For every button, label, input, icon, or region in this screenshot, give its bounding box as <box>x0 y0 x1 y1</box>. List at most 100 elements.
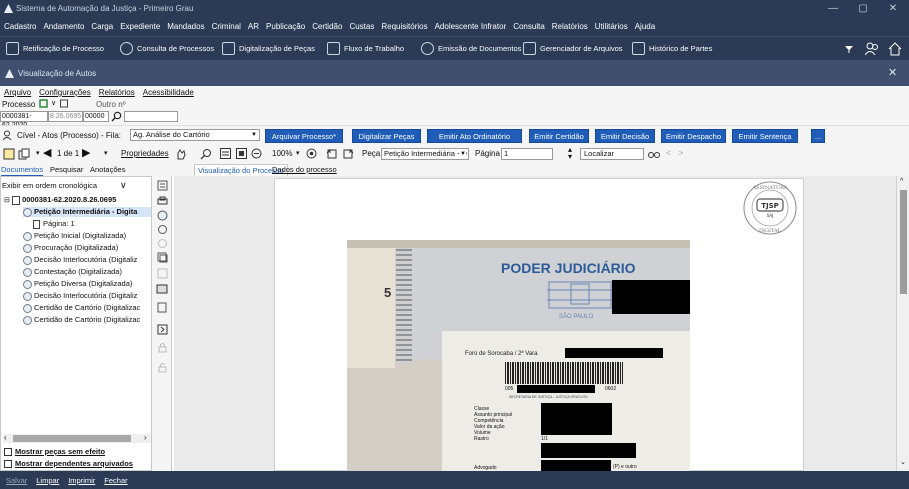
menu-relatorios[interactable]: Relatórios <box>552 22 588 31</box>
find-previous-button[interactable]: < <box>666 148 671 158</box>
move-icon[interactable] <box>157 302 168 313</box>
menu-certidao[interactable]: Certidão <box>312 22 342 31</box>
unlock-icon[interactable] <box>158 362 167 373</box>
emitir-decisao-button[interactable]: Emitir Decisão <box>595 129 655 143</box>
export-icon[interactable] <box>157 324 168 335</box>
page-spinner-icon[interactable]: ▴ ▾ <box>568 146 572 161</box>
copy-icon[interactable] <box>18 148 30 160</box>
zoom-in-icon[interactable] <box>306 148 317 159</box>
tree-item[interactable]: Procuração (Digitalizada) <box>23 243 118 253</box>
emitir-despacho-button[interactable]: Emitir Despacho <box>661 129 726 143</box>
zoom-search-icon[interactable] <box>200 148 212 160</box>
limpar-button[interactable]: Limpar <box>36 476 59 485</box>
rotate-right-icon[interactable] <box>342 148 354 160</box>
disabled-tool-icon[interactable] <box>157 268 168 279</box>
fit-width-icon[interactable] <box>220 148 231 159</box>
scroll-down-icon[interactable]: ⌄ <box>900 458 906 466</box>
lock-icon[interactable] <box>158 342 167 353</box>
fluxo-trabalho-button[interactable]: Fluxo de Trabalho <box>327 42 404 55</box>
menu-publicacao[interactable]: Publicação <box>266 22 305 31</box>
tree-item[interactable]: Petição Inicial (Digitalizada) <box>23 231 126 241</box>
scroll-right-icon[interactable]: › <box>144 433 147 442</box>
scrollbar-thumb[interactable] <box>900 190 907 294</box>
inner-close-button[interactable]: ✕ <box>888 66 897 79</box>
menu-custas[interactable]: Custas <box>349 22 374 31</box>
minimize-button[interactable]: — <box>818 0 848 17</box>
salvar-button[interactable]: Salvar <box>6 476 27 485</box>
fila-select[interactable]: Ag. Análise do Cartório ▼ <box>130 129 260 141</box>
menu-adolescente-infrator[interactable]: Adolescente Infrator <box>435 22 507 31</box>
filter-icon[interactable] <box>844 44 854 54</box>
vertical-scrollbar[interactable]: ^ ⌄ <box>896 176 909 471</box>
digitalizar-pecas-button[interactable]: Digitalizar Peças <box>352 129 421 143</box>
tree-item[interactable]: Contestação (Digitalizada) <box>23 267 122 277</box>
menu-andamento[interactable]: Andamento <box>43 22 84 31</box>
arquivar-processo-button[interactable]: Arquivar Processo* <box>265 129 343 143</box>
process-number-field-2[interactable]: 8.26.0695 <box>48 111 83 122</box>
checkbox-box[interactable] <box>4 460 12 469</box>
zoom-dropdown-icon[interactable]: ▾ <box>296 149 300 157</box>
calendar-icon[interactable] <box>60 99 68 108</box>
fit-page-icon[interactable] <box>236 148 247 159</box>
scrollbar-thumb[interactable] <box>13 435 131 442</box>
tab-documentos[interactable]: Documentos <box>1 164 44 176</box>
order-select[interactable]: Exibir em ordem cronológica ∨ <box>2 180 132 192</box>
other-number-input[interactable] <box>124 111 178 122</box>
zoom-out-icon[interactable] <box>251 148 262 159</box>
menu-configuracoes[interactable]: Configurações <box>39 88 91 97</box>
close-button[interactable]: ✕ <box>878 0 908 17</box>
pagina-input[interactable]: 1 <box>501 148 553 160</box>
tree-item[interactable]: Certidão de Cartório (Digitalizac <box>23 315 140 325</box>
peca-select[interactable]: Petição Intermediária - D ▼ <box>381 148 469 160</box>
menu-acessibilidade[interactable]: Acessibilidade <box>143 88 194 97</box>
menu-cadastro[interactable]: Cadastro <box>4 22 36 31</box>
tab-pesquisar[interactable]: Pesquisar <box>50 164 83 176</box>
historico-partes-button[interactable]: Histórico de Partes <box>632 42 712 55</box>
gerenciador-arquivos-button[interactable]: Gerenciador de Arquivos <box>523 42 623 55</box>
small-chevron-icon[interactable]: ▾ <box>104 149 108 157</box>
checkbox-box[interactable] <box>4 448 12 457</box>
menu-requisitorios[interactable]: Requisitórios <box>381 22 427 31</box>
document-icon[interactable] <box>3 148 15 160</box>
menu-relatorios-inner[interactable]: Relatórios <box>99 88 135 97</box>
tab-anotacoes[interactable]: Anotações <box>90 164 125 176</box>
retificacao-button[interactable]: Retificação de Processo <box>6 42 104 55</box>
find-next-button[interactable]: > <box>678 148 683 158</box>
digitalizacao-button[interactable]: Digitalização de Peças <box>222 42 315 55</box>
sort-icon[interactable] <box>157 180 168 191</box>
menu-criminal[interactable]: Criminal <box>212 22 241 31</box>
maximize-button[interactable]: ▢ <box>848 0 878 17</box>
fechar-button[interactable]: Fechar <box>104 476 127 485</box>
tree-item[interactable]: Petição Diversa (Digitalizada) <box>23 279 132 289</box>
hand-tool-icon[interactable] <box>175 148 187 160</box>
next-page-button[interactable]: ▶ <box>82 146 90 159</box>
menu-ajuda[interactable]: Ajuda <box>635 22 655 31</box>
emitir-certidao-button[interactable]: Emitir Certidão <box>529 129 589 143</box>
link-icon[interactable] <box>157 238 168 249</box>
menu-arquivo[interactable]: Arquivo <box>4 88 31 97</box>
process-number-field-1[interactable]: 0000381-62.2020 <box>0 111 48 129</box>
imprimir-button[interactable]: Imprimir <box>68 476 95 485</box>
scroll-left-icon[interactable]: ‹ <box>4 433 7 442</box>
show-archived-checkbox[interactable]: Mostrar dependentes arquivados <box>4 459 133 469</box>
menu-ar[interactable]: AR <box>248 22 259 31</box>
users-icon[interactable] <box>865 42 879 56</box>
more-actions-button[interactable]: ... <box>811 129 825 143</box>
tree-item-selected[interactable]: Petição Intermediária - Digita <box>23 207 151 217</box>
process-type-icon[interactable] <box>39 99 48 108</box>
menu-carga[interactable]: Carga <box>91 22 113 31</box>
propriedades-menu[interactable]: Propriedades <box>121 149 169 158</box>
horizontal-scrollbar[interactable]: ‹ › <box>3 433 151 443</box>
stamp-add-icon[interactable] <box>157 210 168 221</box>
emitir-sentenca-button[interactable]: Emitir Sentença <box>732 129 798 143</box>
menu-mandados[interactable]: Mandados <box>167 22 204 31</box>
show-removed-checkbox[interactable]: Mostrar peças sem efeito <box>4 447 105 457</box>
tree-root[interactable]: ⊟ 0000381-62.2020.8.26.0695 <box>4 195 116 205</box>
menu-consulta[interactable]: Consulta <box>513 22 545 31</box>
tree-item-page[interactable]: Página: 1 <box>33 219 75 229</box>
rotate-left-icon[interactable] <box>326 148 338 160</box>
scroll-up-icon[interactable]: ^ <box>900 178 903 185</box>
zoom-value[interactable]: 100% <box>272 149 292 158</box>
menu-utilitarios[interactable]: Utilitários <box>595 22 628 31</box>
chevron-down-icon[interactable]: ∨ <box>51 99 56 107</box>
